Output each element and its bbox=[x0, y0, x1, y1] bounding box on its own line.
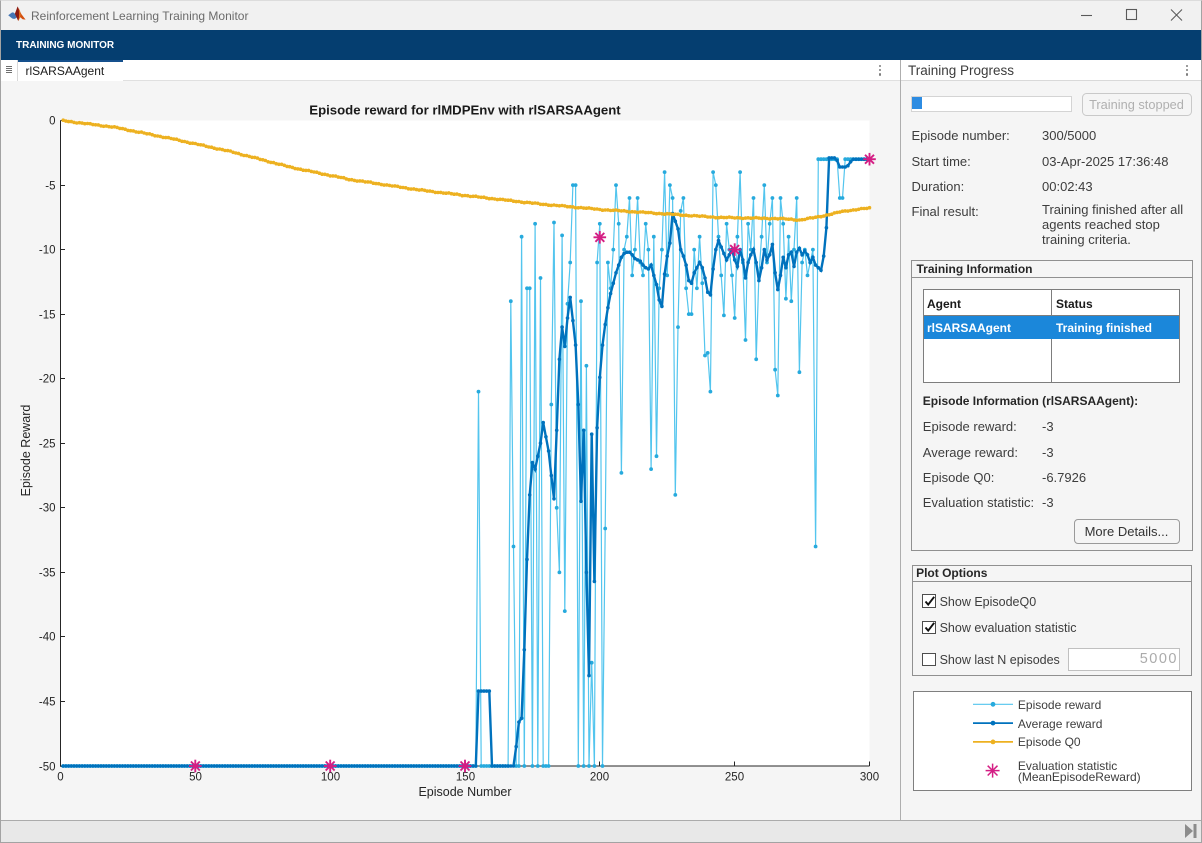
svg-text:200: 200 bbox=[590, 772, 609, 784]
svg-text:300: 300 bbox=[860, 772, 879, 784]
svg-text:250: 250 bbox=[725, 772, 744, 784]
svg-text:Episode Number: Episode Number bbox=[418, 785, 511, 799]
svg-text:-45: -45 bbox=[39, 696, 56, 708]
svg-text:150: 150 bbox=[456, 772, 475, 784]
svg-text:-40: -40 bbox=[39, 631, 56, 643]
svg-text:0: 0 bbox=[49, 115, 55, 127]
svg-text:-50: -50 bbox=[39, 761, 56, 773]
svg-text:-5: -5 bbox=[45, 180, 55, 192]
svg-text:0: 0 bbox=[57, 772, 63, 784]
svg-text:-25: -25 bbox=[39, 438, 56, 450]
svg-text:-30: -30 bbox=[39, 502, 56, 514]
svg-text:-10: -10 bbox=[39, 244, 56, 256]
svg-text:100: 100 bbox=[321, 772, 340, 784]
svg-text:-35: -35 bbox=[39, 567, 56, 579]
svg-text:Episode Reward: Episode Reward bbox=[19, 405, 33, 497]
svg-text:50: 50 bbox=[189, 772, 202, 784]
svg-text:-20: -20 bbox=[39, 373, 56, 385]
svg-text:Episode reward for rlMDPEnv wi: Episode reward for rlMDPEnv with rlSARSA… bbox=[309, 103, 621, 118]
svg-text:-15: -15 bbox=[39, 309, 56, 321]
